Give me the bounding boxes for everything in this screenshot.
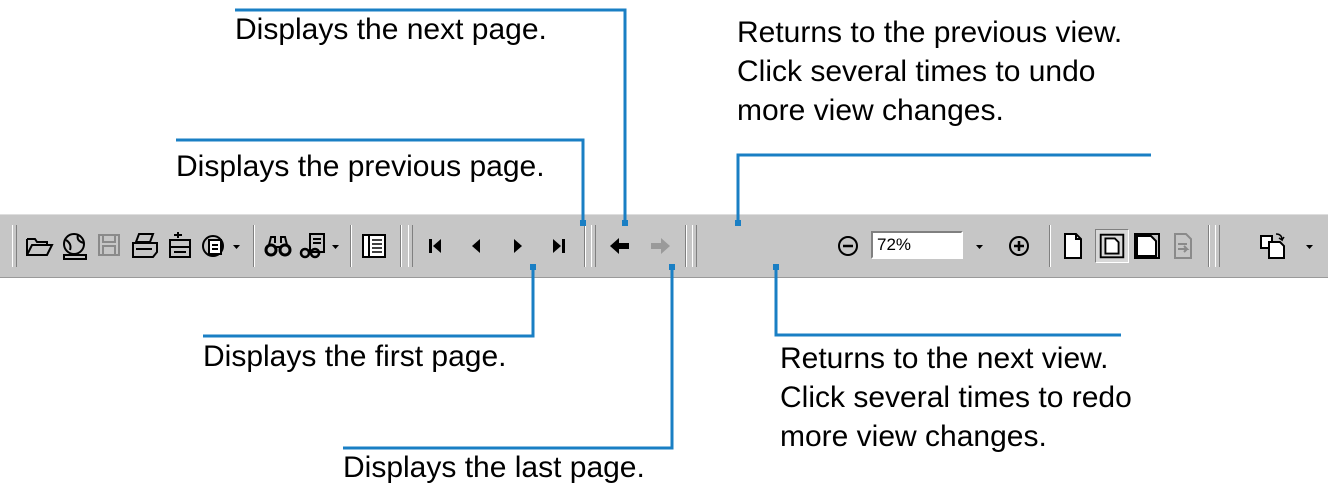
leader-dot-first-page [530, 264, 536, 270]
leader-dot-next-view [773, 264, 779, 270]
callout-leader-lines [176, 8, 1151, 450]
leader-next-view [774, 268, 1121, 337]
leader-previous-page [176, 138, 585, 224]
leader-dot-previous-view [735, 220, 741, 226]
leader-first-page [203, 268, 535, 338]
leader-dot-last-page [669, 264, 675, 270]
leader-dot-next-page [622, 220, 628, 226]
leader-previous-view [736, 153, 1151, 224]
leader-last-page [343, 268, 674, 450]
leader-next-page [235, 8, 627, 224]
leader-dot-previous-page [580, 220, 586, 226]
